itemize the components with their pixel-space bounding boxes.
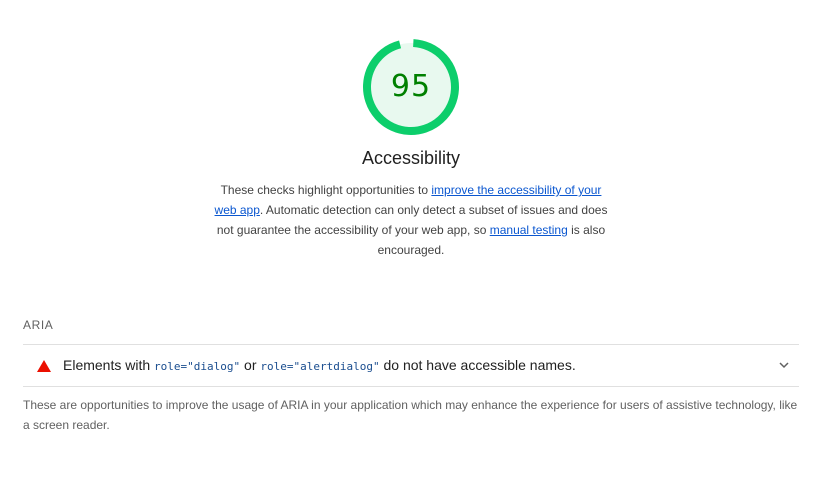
description-text-1: These checks highlight opportunities to (220, 183, 432, 197)
manual-testing-link[interactable]: manual testing (490, 223, 568, 237)
score-value: 95 (390, 69, 432, 104)
fail-triangle-icon (37, 360, 51, 372)
score-gauge[interactable]: 95 (361, 37, 461, 137)
audit-title: Elements with role="dialog" or role="ale… (63, 357, 576, 373)
audit-row-dialog-name[interactable]: Elements with role="dialog" or role="ale… (23, 345, 799, 386)
group-description: These are opportunities to improve the u… (23, 398, 798, 432)
lighthouse-accessibility-report: 95 Accessibility These checks highlight … (0, 0, 826, 492)
audit-code-alertdialog: role="alertdialog" (260, 360, 380, 373)
category-description: These checks highlight opportunities to … (208, 180, 614, 260)
audit-title-text-1: Elements with (63, 357, 155, 373)
audit-title-text-2: or (240, 357, 261, 373)
divider (23, 386, 799, 387)
audit-title-text-3: do not have accessible names. (379, 357, 576, 373)
category-title: Accessibility (361, 148, 461, 168)
group-title: ARIA (23, 318, 54, 332)
audit-code-dialog: role="dialog" (154, 360, 241, 373)
chevron-down-icon[interactable] (778, 359, 790, 371)
